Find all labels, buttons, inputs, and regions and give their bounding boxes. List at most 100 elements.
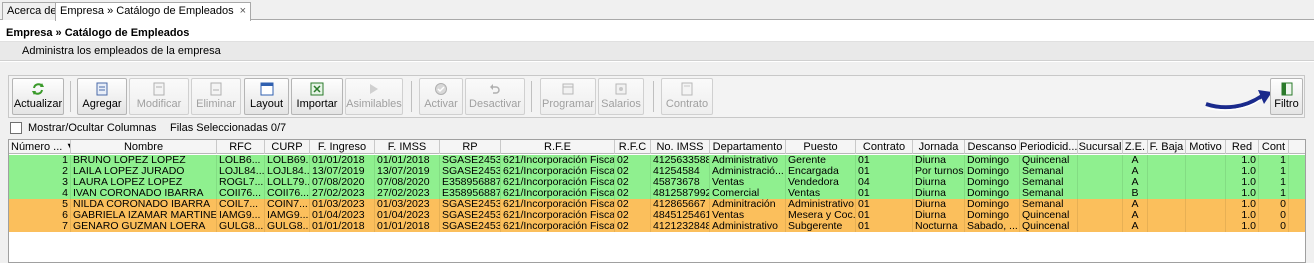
importar-button[interactable]: Importar — [291, 78, 343, 115]
cell-numero: 7 — [9, 221, 71, 232]
table-row[interactable]: 7 GENARO GUZMAN LOERA GULG8... GULG8... 01/0… — [9, 221, 1305, 232]
cell-motivo — [1186, 166, 1226, 177]
column-header-cont[interactable]: Cont — [1259, 140, 1289, 154]
contrato-button[interactable]: Contrato — [661, 78, 713, 115]
table-row[interactable]: 2 LAILA LOPEZ JURADO LOJL84... LOJL84... 13/… — [9, 166, 1305, 177]
cell-red: 1.0 — [1226, 210, 1259, 221]
salarios-button[interactable]: Salarios — [598, 78, 644, 115]
cell-rfe: 621/Incorporación Fiscal — [503, 155, 615, 166]
column-header-periodicidad[interactable]: Periodicid... — [1020, 140, 1078, 154]
column-header-motivo[interactable]: Motivo — [1186, 140, 1226, 154]
cell-curp: LOJL84... — [267, 166, 310, 177]
column-header-contrato[interactable]: Contrato — [856, 140, 913, 154]
cell-red: 1.0 — [1226, 188, 1259, 199]
show-columns-checkbox[interactable] — [10, 122, 22, 134]
modificar-label: Modificar — [136, 98, 182, 110]
cell-numero: 2 — [9, 166, 71, 177]
agregar-button[interactable]: Agregar — [77, 78, 127, 115]
employees-table: Número ... ▼ Nombre RFC CURP F. Ingreso F. IM… — [8, 139, 1306, 263]
programar-button[interactable]: Programar — [540, 78, 596, 115]
column-header-jornada[interactable]: Jornada — [913, 140, 965, 154]
column-header-rp[interactable]: RP — [440, 140, 501, 154]
asimilables-button[interactable]: Asimilables — [345, 78, 403, 115]
show-columns-label[interactable]: Mostrar/Ocultar Columnas — [28, 122, 156, 134]
cell-no-imss: 4121232848... — [651, 221, 710, 232]
tab-acerca-de[interactable]: Acerca de — [2, 2, 62, 20]
cell-rfc2: 02 — [615, 188, 651, 199]
column-header-puesto[interactable]: Puesto — [786, 140, 856, 154]
cell-sucursal — [1078, 155, 1123, 166]
cell-nombre: LAILA LOPEZ JURADO — [71, 166, 217, 177]
layout-icon — [260, 82, 273, 96]
cell-f-imss: 27/02/2023 — [375, 188, 440, 199]
close-icon[interactable]: × — [240, 5, 246, 17]
table-row[interactable]: 4 IVAN CORONADO IBARRA COII76... COII76... 2… — [9, 188, 1305, 199]
column-header-departamento[interactable]: Departamento — [710, 140, 786, 154]
table-row[interactable]: 3 LAURA LOPEZ LOPEZ ROGL7... LOLL79... 07/08… — [9, 177, 1305, 188]
excel-icon — [310, 82, 324, 96]
table-row[interactable]: 1 BRUNO LOPEZ LOPEZ LOLB6... LOLB69... 01/01… — [9, 155, 1305, 166]
contract-icon — [681, 82, 693, 96]
undo-icon — [490, 84, 500, 94]
desactivar-button[interactable]: Desactivar — [465, 78, 525, 115]
eliminar-button[interactable]: Eliminar — [191, 78, 241, 115]
toolbar-separator — [653, 81, 654, 112]
column-header-nombre[interactable]: Nombre — [71, 140, 217, 154]
cell-contrato: 01 — [856, 188, 913, 199]
cell-rfc2: 02 — [615, 210, 651, 221]
desactivar-label: Desactivar — [469, 98, 521, 110]
column-header-curp[interactable]: CURP — [265, 140, 310, 154]
selected-rows-label: Filas Seleccionadas 0/7 — [170, 122, 287, 134]
cell-rfc2: 02 — [615, 199, 651, 210]
column-header-f-imss[interactable]: F. IMSS — [375, 140, 440, 154]
cell-periodicidad: Quincenal — [1020, 155, 1078, 166]
column-header-rfc[interactable]: RFC — [217, 140, 265, 154]
cell-rfe: 621/Incorporación Fiscal — [503, 221, 615, 232]
filtro-button[interactable]: Filtro — [1270, 78, 1303, 115]
page-subtitle: Administra los empleados de la empresa — [22, 45, 221, 57]
cell-red: 1.0 — [1226, 221, 1259, 232]
subtitle-bar: Administra los empleados de la empresa — [0, 41, 1314, 61]
cell-rfe: 621/Incorporación Fiscal — [503, 199, 615, 210]
cell-rfc: ROGL7... — [219, 177, 265, 188]
actualizar-button[interactable]: Actualizar — [12, 78, 64, 115]
cell-cont: 0 — [1259, 199, 1289, 210]
column-header-no-imss[interactable]: No. IMSS — [651, 140, 710, 154]
cell-jornada: Diurna — [913, 199, 965, 210]
cell-motivo — [1186, 177, 1226, 188]
column-header-descanso[interactable]: Descanso — [965, 140, 1020, 154]
cell-cont: 1 — [1259, 155, 1289, 166]
column-header-ze[interactable]: Z.E. — [1123, 140, 1148, 154]
cell-descanso: Domingo — [965, 188, 1020, 199]
cell-departamento: Adminitración — [710, 199, 786, 210]
cell-periodicidad: Semanal — [1020, 188, 1078, 199]
cell-rfc: LOLB6... — [217, 155, 265, 166]
layout-button[interactable]: Layout — [244, 78, 289, 115]
cell-sucursal — [1078, 188, 1123, 199]
cell-jornada: Nocturna — [913, 221, 965, 232]
modificar-button[interactable]: Modificar — [129, 78, 189, 115]
table-row[interactable]: 5 NILDA CORONADO IBARRA COIL7... COIN7... 01… — [9, 199, 1305, 210]
table-row[interactable]: 6 GABRIELA IZAMAR MARTINEZ IAMG9... IAMG9..… — [9, 210, 1305, 221]
cell-puesto: Vendedora — [786, 177, 856, 188]
column-header-rfc2[interactable]: R.F.C — [615, 140, 651, 154]
cell-f-imss: 01/04/2023 — [375, 210, 440, 221]
tab-label: Empresa » Catálogo de Empleados — [60, 5, 234, 17]
cell-puesto: Mesera y Coc... — [788, 210, 856, 221]
cell-descanso: Domingo — [965, 177, 1020, 188]
cell-ze: A — [1123, 221, 1148, 232]
column-header-f-ingreso[interactable]: F. Ingreso — [310, 140, 375, 154]
cell-cont: 0 — [1259, 210, 1289, 221]
column-header-f-baja[interactable]: F. Baja — [1148, 140, 1186, 154]
column-header-sucursal[interactable]: Sucursal — [1078, 140, 1123, 154]
activar-button[interactable]: Activar — [419, 78, 463, 115]
cell-numero: 3 — [9, 177, 71, 188]
cell-cont: 1 — [1259, 177, 1289, 188]
column-header-rfe[interactable]: R.F.E — [501, 140, 615, 154]
column-header-numero[interactable]: Número ... ▼ — [9, 140, 71, 154]
column-header-red[interactable]: Red — [1226, 140, 1259, 154]
cell-motivo — [1186, 221, 1226, 232]
cell-nombre: LAURA LOPEZ LOPEZ — [71, 177, 217, 188]
cell-contrato: 04 — [856, 177, 913, 188]
tab-catalogo-empleados[interactable]: Empresa » Catálogo de Empleados × — [55, 2, 252, 21]
